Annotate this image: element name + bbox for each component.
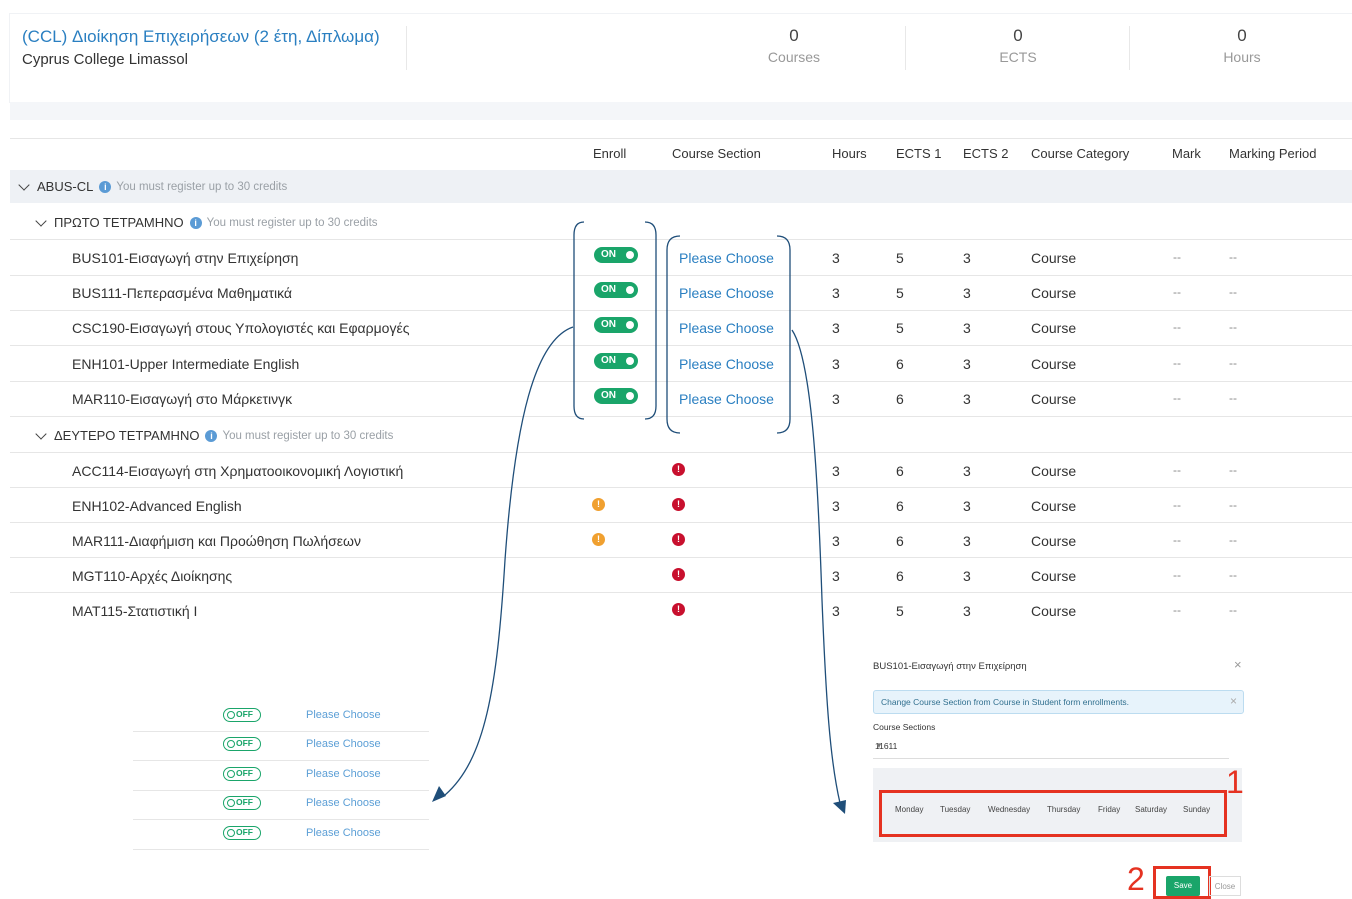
close-icon[interactable]: × [1234,657,1242,672]
day-header: Wednesday [988,805,1031,814]
day-header: Saturday [1135,805,1168,814]
arrow-to-off-list [444,326,574,796]
close-button[interactable]: Close [1209,876,1241,896]
info-alert: Change Course Section from Course in Stu… [873,690,1244,714]
bracket-enroll-left [573,221,585,420]
toggle-label: OFF [236,827,253,837]
enroll-toggle-off[interactable]: OFF [223,826,261,840]
toggle-knob [227,829,235,837]
enroll-toggle-off[interactable]: OFF [223,767,261,781]
alert-text: Change Course Section from Course in Stu… [881,697,1130,707]
toggle-label: OFF [236,709,253,719]
course-section-link[interactable]: Please Choose [306,827,381,839]
bracket-section-right [776,235,791,434]
course-sections-label: Course Sections [873,722,936,732]
annotation-label-2: 2 [1127,861,1145,897]
annotation-label-1: 1 [1226,764,1244,800]
arrowhead-left [432,786,446,802]
list-item: OFF Please Choose [133,702,429,732]
bracket-enroll-right [644,221,657,420]
day-header: Friday [1098,805,1121,814]
enroll-toggle-off[interactable]: OFF [223,737,261,751]
enroll-toggle-off[interactable]: OFF [223,796,261,810]
course-section-link[interactable]: Please Choose [306,738,381,750]
modal-title: BUS101-Εισαγωγή στην Επιχείρηση [873,661,1027,672]
toggle-label: OFF [236,768,253,778]
day-header: Thursday [1047,805,1081,814]
day-header: Sunday [1183,805,1211,814]
course-section-link[interactable]: Please Choose [306,709,381,721]
arrow-to-modal [791,329,841,804]
toggle-knob [227,770,235,778]
chevron-down-icon: ▼ [875,741,883,750]
toggle-label: OFF [236,797,253,807]
list-item: OFF Please Choose [133,761,429,791]
bracket-section-left [666,235,681,434]
course-sections-select[interactable]: 11611 ▼ [873,736,1229,759]
toggle-knob [227,740,235,748]
course-section-link[interactable]: Please Choose [306,797,381,809]
course-section-link[interactable]: Please Choose [306,768,381,780]
list-item: OFF Please Choose [133,790,429,820]
enroll-toggle-off[interactable]: OFF [223,708,261,722]
arrowhead-right [833,800,846,814]
toggle-label: OFF [236,738,253,748]
save-button[interactable]: Save [1166,876,1200,896]
toggle-knob [227,799,235,807]
day-header: Monday [895,805,924,814]
list-item: OFF Please Choose [133,731,429,761]
toggle-knob [227,711,235,719]
list-item: OFF Please Choose [133,820,429,850]
day-header: Tuesday [940,805,971,814]
close-icon[interactable]: × [1230,694,1237,708]
